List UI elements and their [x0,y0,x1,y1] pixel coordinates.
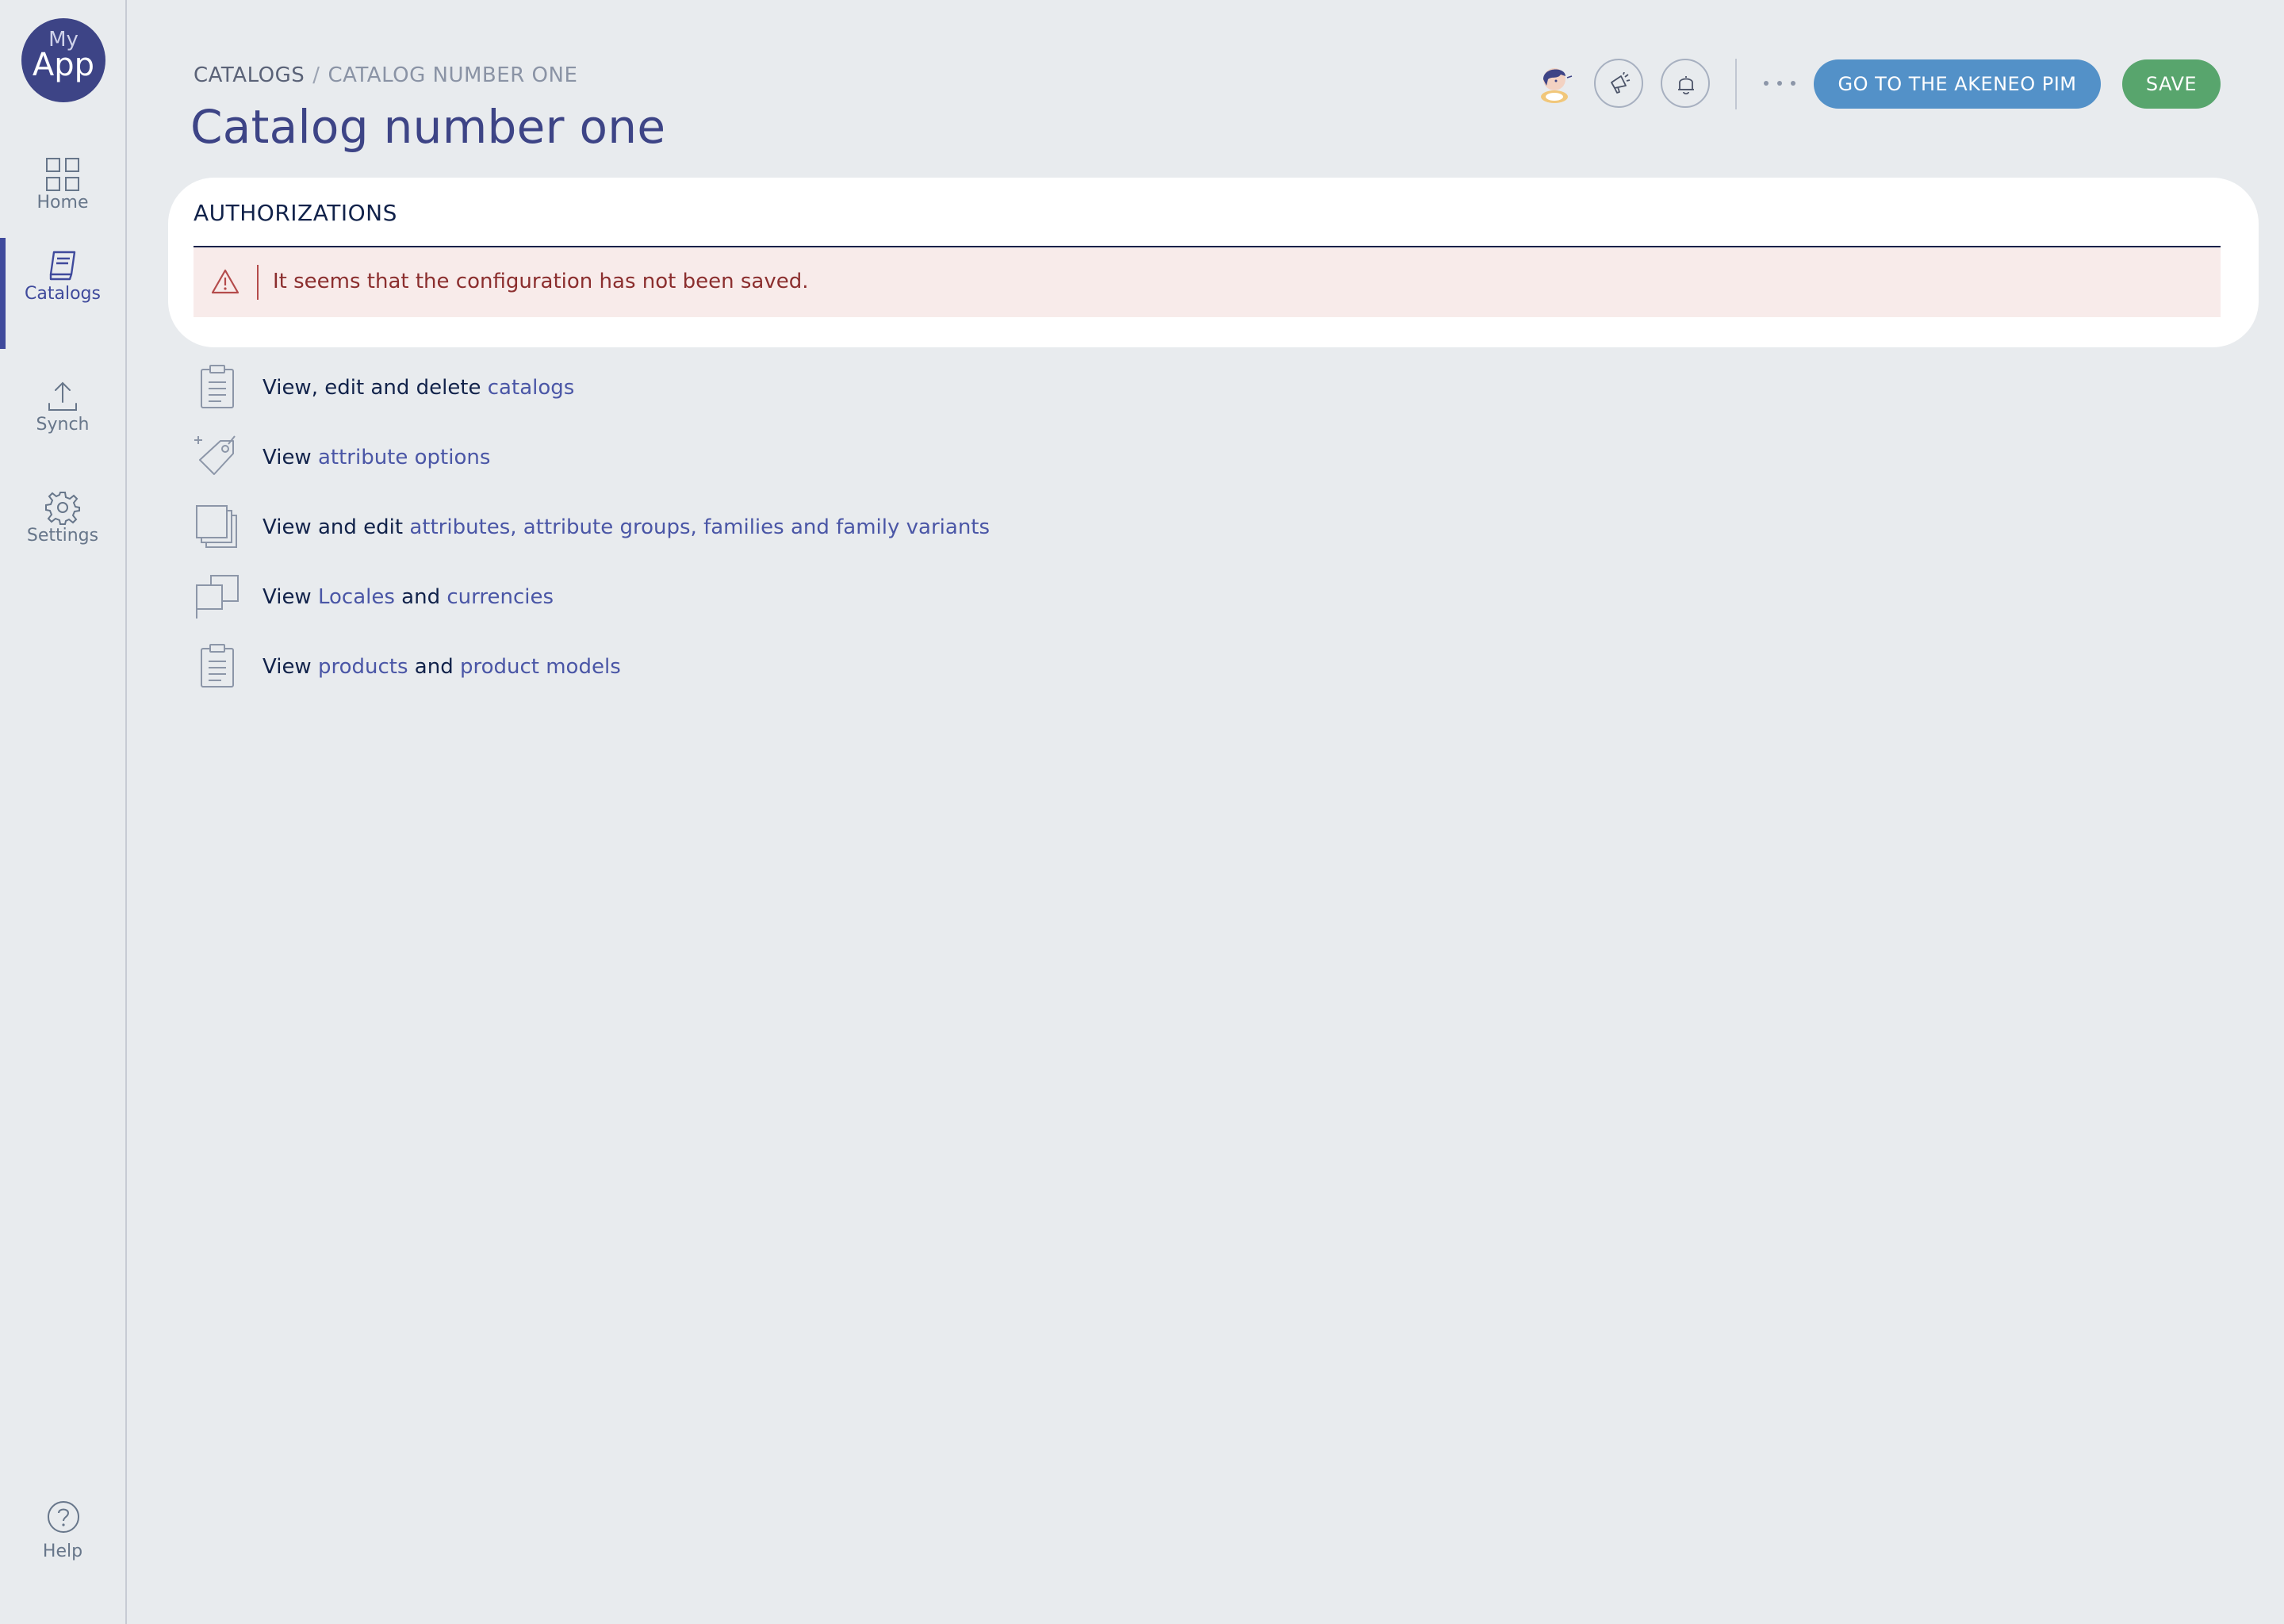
flag-icon [196,575,239,619]
go-to-akeneo-pim-button[interactable]: GO TO THE AKENEO PIM [1814,59,2101,109]
breadcrumb: CATALOGS / CATALOG NUMBER ONE [194,63,577,87]
book-icon [49,251,76,281]
megaphone-icon [1611,72,1631,94]
gear-icon [45,492,80,525]
warning-icon [211,269,240,294]
announcements-button[interactable] [1594,59,1643,108]
stack-icon [196,505,237,548]
breadcrumb-separator: / [312,63,320,87]
permission-item: View attribute options [194,433,1304,488]
permission-item: View and edit attributes, attribute grou… [194,503,1304,558]
breadcrumb-current: CATALOG NUMBER ONE [328,63,578,87]
sidebar-item-label: Settings [26,526,99,546]
save-button[interactable]: SAVE [2122,59,2221,109]
tag-icon [194,435,236,475]
permission-text: View Locales and currencies [263,585,554,609]
sidebar-item-home[interactable]: Home [0,147,125,242]
permission-text: View attribute options [263,446,491,469]
grid-icon [46,158,79,191]
more-dots-icon[interactable] [1762,73,1797,94]
sidebar-item-label: Home [36,193,89,213]
permission-text: View products and product models [263,655,621,679]
product-models-link[interactable]: product models [460,655,621,679]
alert-message: It seems that the configuration has not … [273,270,809,293]
bell-icon [1678,76,1694,95]
notifications-button[interactable] [1661,59,1710,108]
currencies-link[interactable]: currencies [446,585,554,609]
sidebar-item-label: Catalogs [25,284,101,304]
attribute-options-link[interactable]: attribute options [318,446,490,469]
attributes-link[interactable]: attributes, attribute groups, families a… [409,515,990,539]
permission-text: View, edit and delete catalogs [263,376,575,400]
sidebar-item-catalogs[interactable]: Catalogs [0,238,125,349]
clipboard-icon [201,365,234,408]
clipboard-icon [201,644,234,688]
sidebar-item-help[interactable]: Help [0,1499,125,1570]
sidebar-item-label: Help [42,1542,83,1561]
permission-item: View products and product models [194,642,1304,698]
products-link[interactable]: products [318,655,408,679]
alert-separator [257,265,259,300]
page-title: Catalog number one [190,100,666,154]
logo-text-main: App [32,47,95,83]
header-divider [1735,59,1737,109]
authorizations-card: AUTHORIZATIONS It seems that the configu… [168,178,2259,347]
sidebar-item-label: Synch [36,415,90,435]
sidebar: My App Home Catalogs Synch Settings Help [0,0,127,1624]
app-logo[interactable]: My App [21,18,105,102]
breadcrumb-link-catalogs[interactable]: CATALOGS [194,63,305,87]
sidebar-item-synch[interactable]: Synch [0,369,125,464]
sidebar-item-settings[interactable]: Settings [0,480,125,575]
permission-text: View and edit attributes, attribute grou… [263,515,991,539]
permission-item: View, edit and delete catalogs [194,363,1304,419]
locales-link[interactable]: Locales [318,585,395,609]
error-alert: It seems that the configuration has not … [194,247,2221,317]
permission-item: View Locales and currencies [194,573,1304,628]
section-title: AUTHORIZATIONS [194,200,397,226]
upload-icon [48,381,77,411]
user-avatar[interactable] [1534,62,1575,106]
question-icon [48,1501,79,1533]
catalogs-link[interactable]: catalogs [488,376,575,400]
